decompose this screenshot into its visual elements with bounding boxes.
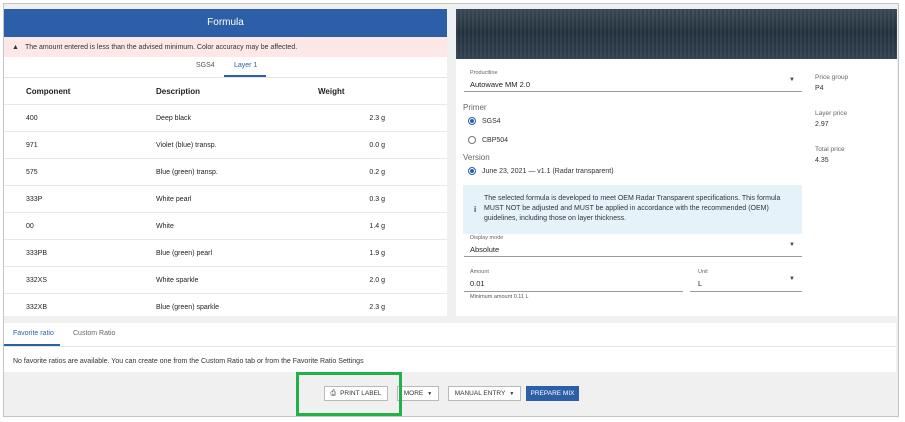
primer-option-sgs4[interactable] — [468, 117, 476, 127]
table-row: 00 White 1.4 g — [4, 212, 447, 240]
component-description: Blue (green) sparkle — [155, 293, 317, 316]
primer-label: Primer — [463, 103, 487, 112]
amount-underline — [464, 291, 683, 292]
chevron-down-icon[interactable]: ▼ — [789, 77, 795, 83]
empty-ratio-message: No favorite ratios are available. You ca… — [13, 358, 364, 365]
manual-entry-text: MANUAL ENTRY — [454, 390, 506, 397]
formula-table: Component Description Weight 400 Deep bl… — [4, 78, 447, 316]
component-description: Blue (green) pearl — [155, 239, 317, 267]
component-description: White sparkle — [155, 266, 317, 294]
table-row: 333PB Blue (green) pearl 1.9 g — [4, 239, 447, 267]
version-label: Version — [463, 153, 490, 162]
amount-input[interactable]: 0.01 — [470, 279, 485, 288]
layer-price-value: 2.97 — [815, 121, 829, 128]
component-code: 00 — [4, 212, 155, 240]
component-code: 400 — [4, 104, 155, 132]
radio-unchecked-icon[interactable] — [468, 136, 476, 144]
tab-layer-1[interactable]: Layer 1 — [234, 62, 257, 69]
more-button[interactable]: MORE ▼ — [397, 386, 439, 401]
table-row: 575 Blue (green) transp. 0.2 g — [4, 158, 447, 186]
component-description: White pearl — [155, 185, 317, 213]
tab-divider — [4, 346, 896, 347]
amount-hint: Minimum amount 0.11 L — [470, 294, 529, 300]
warning-text: The amount entered is less than the advi… — [24, 43, 298, 51]
table-row: 332XB Blue (green) sparkle 2.3 g — [4, 293, 447, 316]
table-row: 332XS White sparkle 2.0 g — [4, 266, 447, 294]
total-price-value: 4.35 — [815, 157, 829, 164]
formula-panel: Formula ▲ The amount entered is less tha… — [4, 9, 447, 316]
component-code: 332XS — [4, 266, 155, 294]
table-header-row: Component Description Weight — [4, 78, 447, 105]
layer-tabs: SGS4 Layer 1 — [4, 57, 447, 78]
component-weight: 0.2 g — [317, 158, 447, 186]
unit-select[interactable]: L — [698, 279, 702, 288]
primer-option-sgs4-label: SGS4 — [482, 118, 501, 125]
radio-checked-icon[interactable] — [468, 167, 476, 175]
component-description: Blue (green) transp. — [155, 158, 317, 186]
more-text: MORE — [403, 390, 424, 397]
component-description: White — [155, 212, 317, 240]
info-text: The selected formula is developed to mee… — [484, 195, 781, 222]
version-option-label: June 23, 2021 — v1.1 (Radar transparent) — [482, 168, 614, 175]
component-description: Violet (blue) transp. — [155, 131, 317, 159]
warning-banner: ▲ The amount entered is less than the ad… — [4, 37, 447, 57]
primer-option-cbp504[interactable] — [468, 136, 476, 146]
component-code: 333P — [4, 185, 155, 213]
ratio-panel: Favorite ratio Custom Ratio No favorite … — [4, 323, 896, 372]
component-code: 971 — [4, 131, 155, 159]
price-group-value: P4 — [815, 85, 824, 92]
manual-entry-button[interactable]: MANUAL ENTRY ▼ — [448, 386, 521, 401]
component-code: 332XB — [4, 293, 155, 316]
unit-underline — [690, 291, 802, 292]
color-preview-image — [456, 9, 897, 59]
warning-icon: ▲ — [12, 43, 19, 51]
component-code: 575 — [4, 158, 155, 186]
table-row: 400 Deep black 2.3 g — [4, 104, 447, 132]
component-weight: 0.3 g — [317, 185, 447, 213]
unit-label: Unit — [698, 269, 708, 275]
display-mode-label: Display mode — [470, 235, 504, 241]
component-weight: 2.3 g — [317, 104, 447, 132]
component-code: 333PB — [4, 239, 155, 267]
column-header-component: Component — [26, 86, 71, 96]
total-price-label: Total price — [815, 146, 845, 153]
tab-custom-ratio[interactable]: Custom Ratio — [73, 330, 115, 337]
formula-header: Formula — [4, 9, 447, 37]
layer-price-label: Layer price — [815, 110, 848, 117]
highlight-box — [296, 372, 402, 416]
productline-underline — [464, 91, 802, 92]
component-weight: 0.0 g — [317, 131, 447, 159]
settings-panel: Productline Autowave MM 2.0 ▼ Primer SGS… — [456, 9, 897, 316]
component-weight: 1.9 g — [317, 239, 447, 267]
radio-checked-icon[interactable] — [468, 117, 476, 125]
info-icon: i — [474, 205, 477, 214]
component-weight: 1.4 g — [317, 212, 447, 240]
column-header-weight: Weight — [318, 86, 345, 96]
chevron-down-icon: ▼ — [509, 390, 515, 397]
active-tab-indicator — [224, 75, 266, 77]
display-mode-underline — [464, 256, 802, 257]
info-box: i The selected formula is developed to m… — [463, 185, 802, 234]
productline-label: Productline — [470, 70, 498, 76]
component-weight: 2.3 g — [317, 293, 447, 316]
chevron-down-icon: ▼ — [427, 390, 433, 397]
amount-label: Amount — [470, 269, 489, 275]
component-description: Deep black — [155, 104, 317, 132]
prepare-mix-text: PREPARE MIX — [530, 390, 575, 397]
chevron-down-icon[interactable]: ▼ — [789, 242, 795, 248]
primer-option-cbp504-label: CBP504 — [482, 137, 509, 144]
productline-select[interactable]: Autowave MM 2.0 — [470, 80, 530, 89]
column-header-description: Description — [156, 86, 201, 96]
prepare-mix-button[interactable]: PREPARE MIX — [526, 386, 579, 401]
tab-sgs4[interactable]: SGS4 — [196, 62, 215, 69]
display-mode-select[interactable]: Absolute — [470, 245, 499, 254]
component-weight: 2.0 g — [317, 266, 447, 294]
price-group-label: Price group — [815, 74, 849, 81]
chevron-down-icon[interactable]: ▼ — [789, 276, 795, 282]
table-row: 333P White pearl 0.3 g — [4, 185, 447, 213]
tab-favorite-ratio[interactable]: Favorite ratio — [13, 330, 54, 337]
table-row: 971 Violet (blue) transp. 0.0 g — [4, 131, 447, 159]
version-option[interactable] — [468, 167, 476, 177]
